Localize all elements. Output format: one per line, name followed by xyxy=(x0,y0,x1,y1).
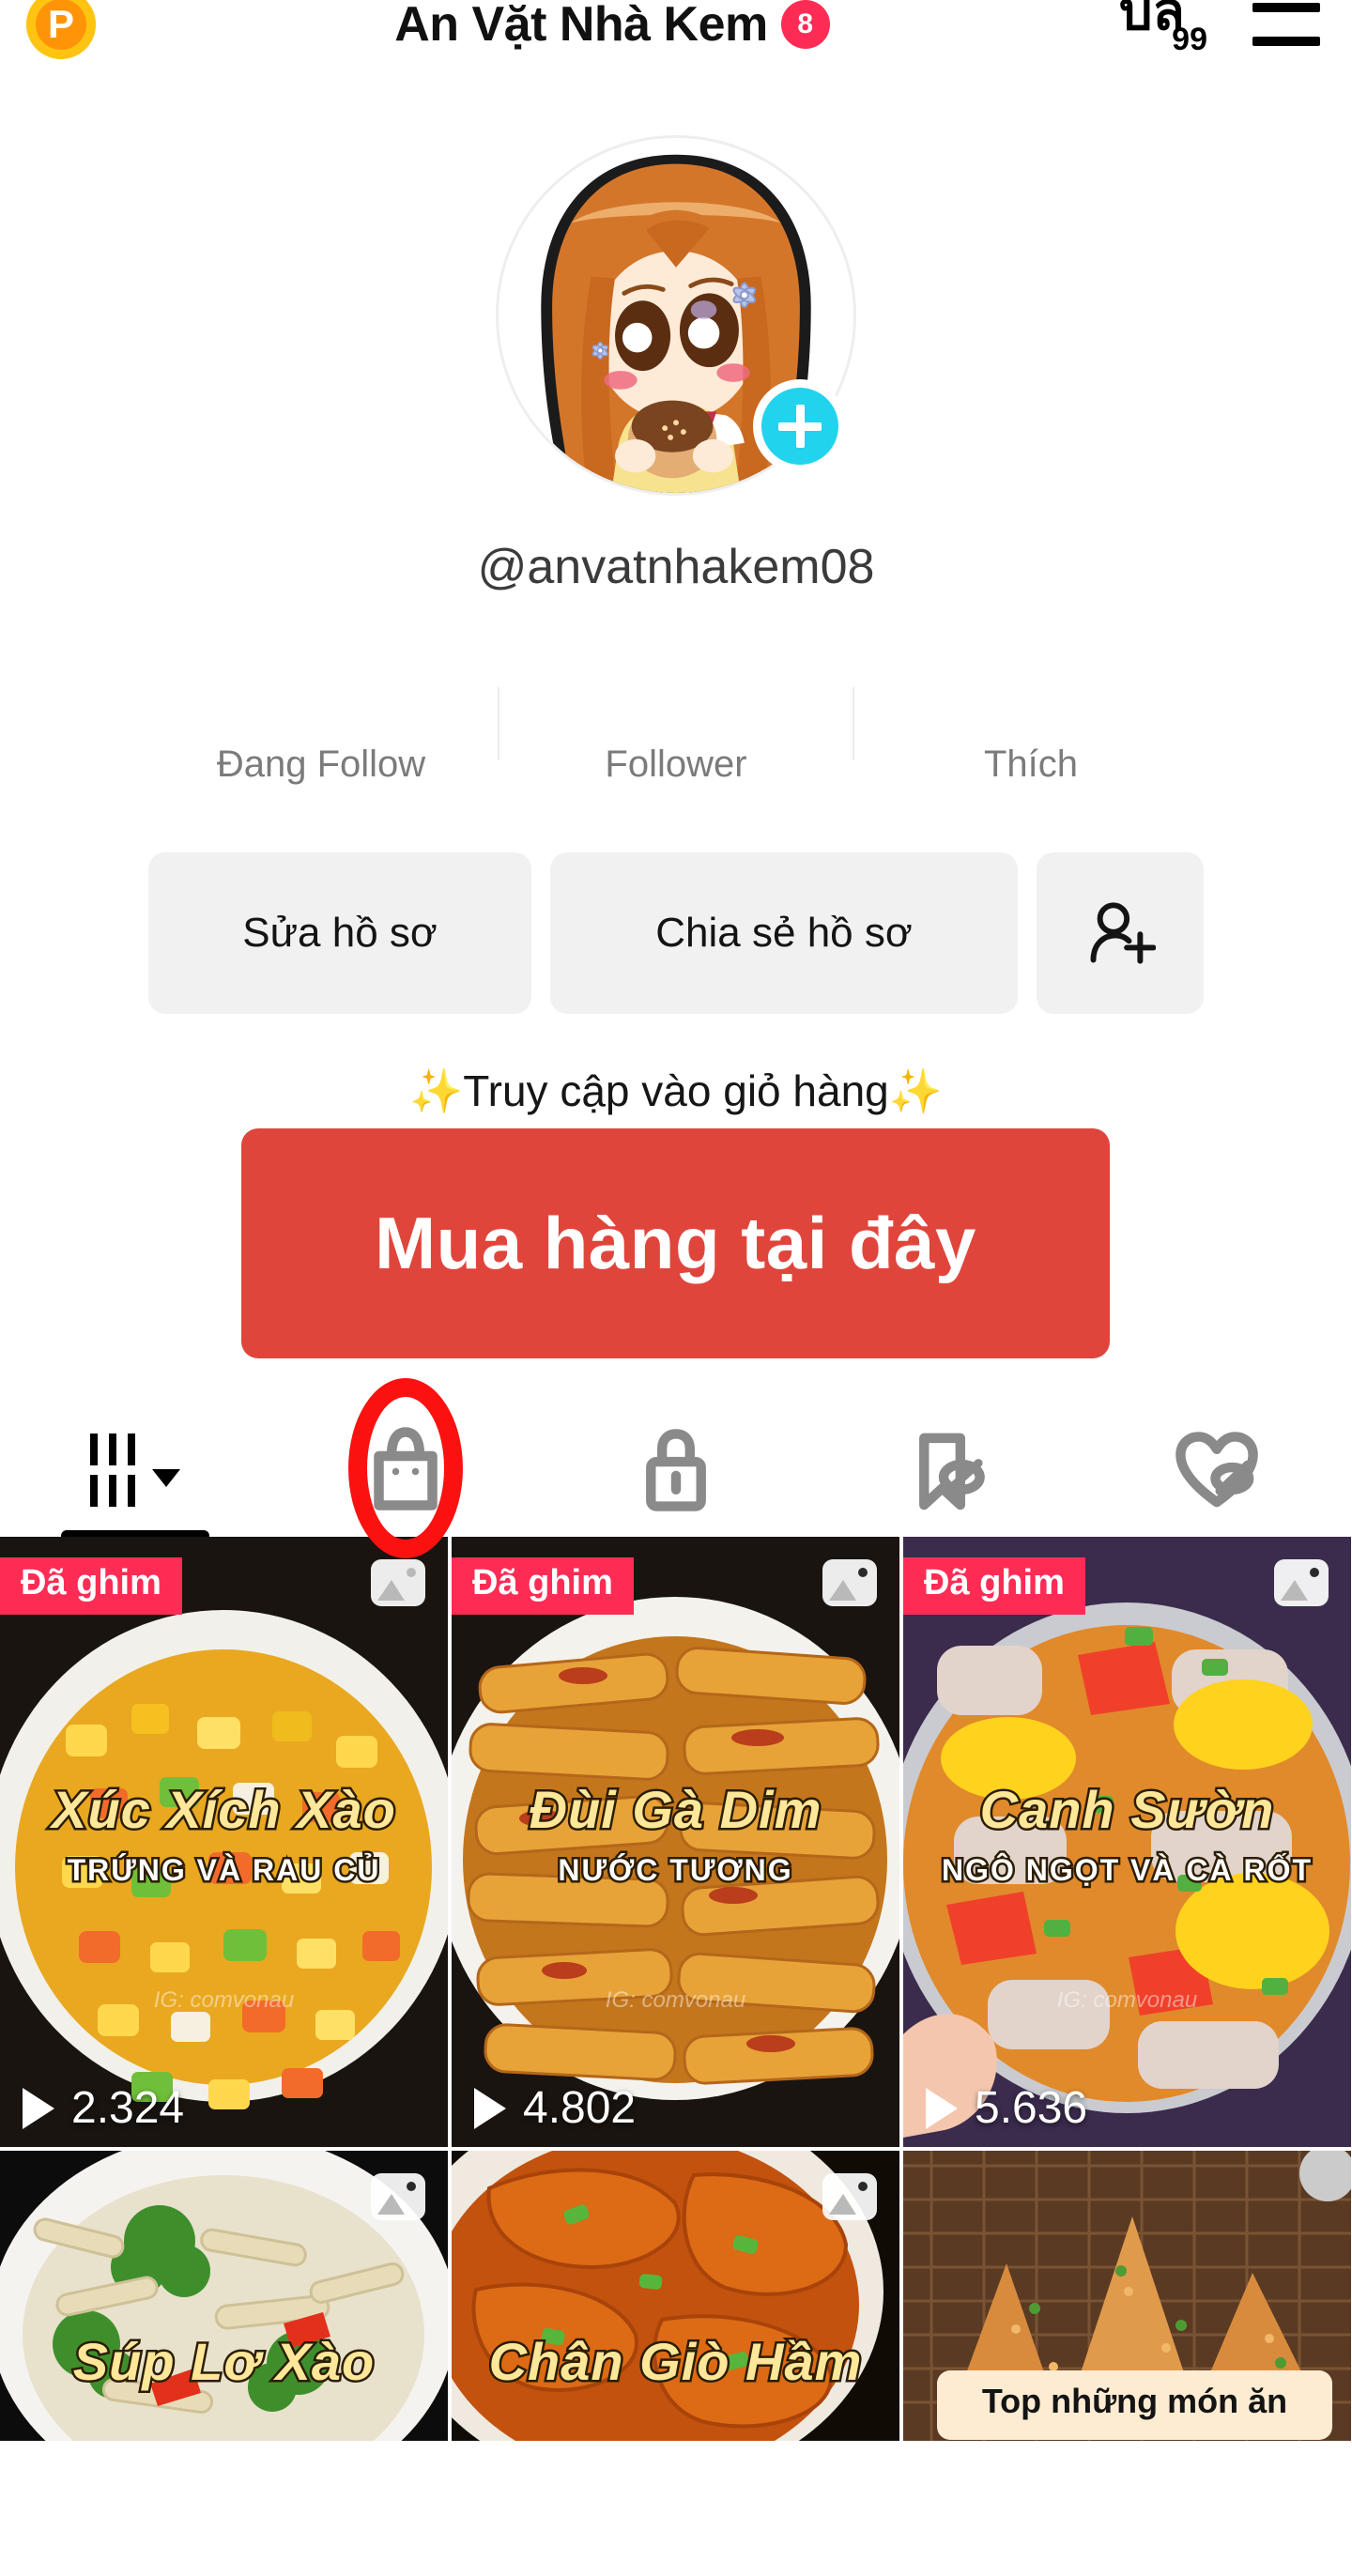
view-count-value: 2.324 xyxy=(71,2083,185,2133)
add-user-button[interactable] xyxy=(1037,852,1204,1014)
sparkle-icon: ✨ xyxy=(408,1066,464,1115)
add-user-icon xyxy=(1090,902,1156,964)
sparkle-icon: ✨ xyxy=(888,1066,944,1115)
shopping-bag-icon xyxy=(374,1427,438,1510)
shop-cta-label: Mua hàng tại đây xyxy=(375,1202,976,1284)
watermark: IG: comvonau xyxy=(153,1987,295,2013)
status-badge: 8 xyxy=(780,0,830,49)
hamburger-bar xyxy=(1252,37,1320,46)
tab-private[interactable] xyxy=(541,1399,811,1541)
multiple-photos-icon xyxy=(1274,1559,1329,1606)
page-title: An Vặt Nhà Kem xyxy=(394,0,768,52)
video-grid: Đã ghim Xúc Xích Xào TRỨNG VÀ RAU CỦ IG:… xyxy=(0,1537,1352,2442)
view-count: 4.802 xyxy=(474,2082,636,2134)
tab-videos[interactable] xyxy=(0,1399,270,1541)
stat-likes-label: Thích xyxy=(983,744,1079,785)
header-title-group: An Vặt Nhà Kem 8 xyxy=(105,0,1119,53)
video-cell[interactable]: Đã ghim Đùi Gà Dim NƯỚC TƯƠNG IG: comvon… xyxy=(452,1537,899,2147)
follow-plus-button[interactable] xyxy=(753,379,847,473)
multiple-photos-icon xyxy=(371,2173,425,2220)
view-count: 2.324 xyxy=(23,2082,184,2134)
multiple-photos-icon xyxy=(822,1559,877,1606)
profile-actions: Sửa hồ sơ Chia sẻ hồ sơ xyxy=(0,852,1352,1014)
heart-hidden-icon xyxy=(1175,1432,1258,1508)
shop-cta-button[interactable]: Mua hàng tại đây xyxy=(241,1128,1110,1358)
stat-following-label: Đang Follow xyxy=(216,744,426,785)
avatar[interactable] xyxy=(496,135,856,496)
tab-saved[interactable] xyxy=(811,1399,1082,1541)
header-actions: บล 99 xyxy=(1119,0,1320,57)
coin-p-icon[interactable]: P xyxy=(26,0,96,59)
ads-manager-icon[interactable]: บล 99 xyxy=(1119,0,1209,57)
profile-bio: ✨Truy cập vào giỏ hàng✨ xyxy=(0,1066,1352,1117)
thumbnail-banner: Top những món ăn xyxy=(937,2370,1332,2440)
play-icon xyxy=(474,2087,506,2129)
bio-text: Truy cập vào giỏ hàng xyxy=(463,1066,889,1115)
stat-following-value xyxy=(154,648,488,732)
play-icon xyxy=(23,2087,54,2129)
watermark: IG: comvonau xyxy=(1056,1987,1198,2013)
pinned-badge: Đã ghim xyxy=(903,1557,1085,1615)
video-cell[interactable]: Top những món ăn xyxy=(903,2151,1351,2442)
watermark: IG: comvonau xyxy=(605,1987,746,2013)
stat-followers[interactable]: Follower xyxy=(499,648,853,787)
coin-letter: P xyxy=(36,0,86,50)
video-cell[interactable]: Súp Lơ Xào xyxy=(0,2151,448,2442)
lock-icon xyxy=(646,1429,706,1511)
bookmark-hidden-icon xyxy=(919,1433,985,1510)
view-count-value: 4.802 xyxy=(523,2083,637,2133)
edit-profile-button[interactable]: Sửa hồ sơ xyxy=(148,852,531,1014)
hamburger-bar xyxy=(1252,3,1320,12)
play-icon xyxy=(926,2087,958,2129)
pinned-badge: Đã ghim xyxy=(452,1557,634,1615)
tab-liked[interactable] xyxy=(1082,1399,1352,1541)
grid-icon xyxy=(90,1434,180,1507)
app-header: P An Vặt Nhà Kem 8 บล 99 xyxy=(0,0,1352,69)
ads-count: 99 xyxy=(1172,22,1207,57)
video-cell[interactable]: Đã ghim Xúc Xích Xào TRỨNG VÀ RAU CỦ IG:… xyxy=(0,1537,448,2147)
video-cell[interactable]: Chân Giò Hầm xyxy=(452,2151,899,2442)
pinned-badge: Đã ghim xyxy=(0,1557,182,1615)
bottom-safe-area xyxy=(0,2441,1352,2576)
video-thumbnail xyxy=(452,1537,899,2147)
multiple-photos-icon xyxy=(371,1559,425,1606)
video-thumbnail xyxy=(903,1537,1351,2147)
hamburger-menu-icon[interactable] xyxy=(1252,3,1320,46)
profile-stats: Đang Follow Follower Thích xyxy=(0,648,1352,787)
stat-following[interactable]: Đang Follow xyxy=(145,648,498,787)
stat-followers-value xyxy=(509,648,843,732)
video-cell[interactable]: Đã ghim Canh Sườn NGÔ NGỌT VÀ CÀ RỐT IG:… xyxy=(903,1537,1351,2147)
profile-handle: @anvatnhakem08 xyxy=(477,540,875,594)
view-count: 5.636 xyxy=(926,2082,1087,2134)
multiple-photos-icon xyxy=(822,2173,877,2220)
chevron-down-icon xyxy=(152,1468,180,1487)
stat-likes-value xyxy=(864,648,1198,732)
tiktok-profile-screen: P An Vặt Nhà Kem 8 บล 99 @anvatnhakem08 … xyxy=(0,0,1352,2576)
stat-likes[interactable]: Thích xyxy=(854,648,1207,787)
video-thumbnail xyxy=(0,1537,448,2147)
share-profile-button[interactable]: Chia sẻ hồ sơ xyxy=(550,852,1018,1014)
view-count-value: 5.636 xyxy=(975,2083,1088,2133)
profile-tab-bar xyxy=(0,1378,1352,1558)
tab-shop[interactable] xyxy=(270,1378,541,1558)
stat-followers-label: Follower xyxy=(605,744,747,785)
